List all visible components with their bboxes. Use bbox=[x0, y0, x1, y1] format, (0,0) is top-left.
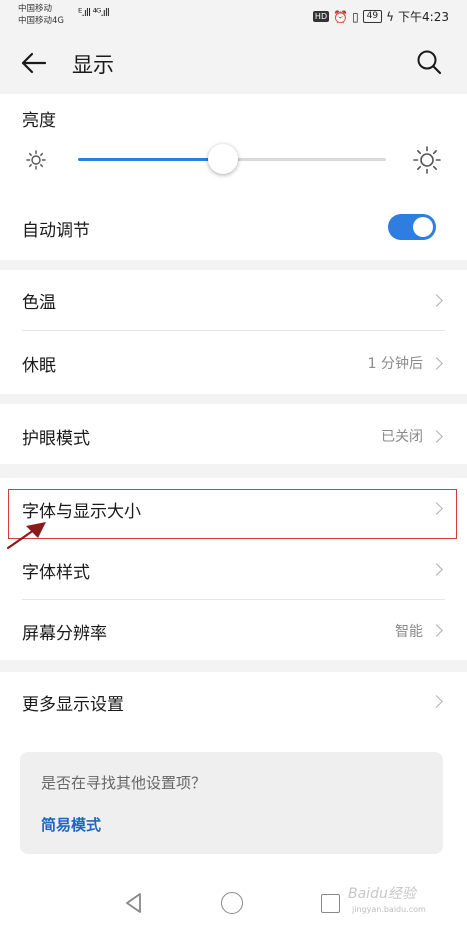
auto-adjust-label: 自动调节 bbox=[22, 221, 90, 241]
row-label: 护眼模式 bbox=[22, 429, 90, 449]
row-label: 更多显示设置 bbox=[22, 695, 124, 715]
brightness-slider-thumb[interactable] bbox=[207, 144, 238, 174]
section-gap bbox=[0, 394, 467, 404]
chevron-right-icon bbox=[430, 357, 443, 370]
chevron-right-icon bbox=[430, 624, 443, 637]
pointer-arrow-icon bbox=[6, 522, 46, 550]
row-more-display[interactable]: 更多显示设置 bbox=[0, 672, 467, 732]
row-value: 已关闭 bbox=[381, 429, 423, 445]
brightness-label: 亮度 bbox=[22, 111, 56, 131]
row-label: 休眠 bbox=[22, 356, 56, 376]
app-bar: 显示 bbox=[0, 34, 467, 94]
row-value: 智能 bbox=[395, 624, 423, 640]
row-font-style[interactable]: 字体样式 bbox=[0, 539, 467, 599]
brightness-low-icon bbox=[26, 150, 46, 170]
search-icon[interactable] bbox=[415, 48, 443, 76]
watermark-url: jingyan.baidu.com bbox=[352, 905, 426, 914]
hd-badge: HD bbox=[312, 11, 330, 22]
row-label: 屏幕分辨率 bbox=[22, 624, 107, 644]
simple-mode-link[interactable]: 简易模式 bbox=[41, 814, 101, 835]
chevron-right-icon bbox=[430, 563, 443, 576]
brightness-slider-fill bbox=[78, 158, 223, 161]
row-sleep[interactable]: 休眠 1 分钟后 bbox=[0, 331, 467, 393]
highlight-box bbox=[8, 489, 457, 539]
nav-back-icon[interactable] bbox=[123, 892, 145, 914]
section-gap bbox=[0, 660, 467, 672]
watermark-logo: Baidu经验 bbox=[348, 886, 416, 902]
signal-icon: ᴱ.ıll ⁴ᴳ.ıll bbox=[78, 6, 110, 19]
charging-icon: ϟ bbox=[386, 9, 395, 24]
vibrate-icon: ▯ bbox=[352, 9, 359, 24]
back-arrow-icon[interactable] bbox=[18, 48, 48, 78]
row-color-temp[interactable]: 色温 bbox=[0, 270, 467, 330]
row-label: 字体样式 bbox=[22, 563, 90, 583]
tip-question: 是否在寻找其他设置项？ bbox=[41, 774, 207, 792]
carrier-2: 中国移动4G bbox=[18, 16, 64, 26]
carrier-1: 中国移动 bbox=[18, 4, 53, 14]
nav-home-icon[interactable] bbox=[221, 892, 243, 914]
row-resolution[interactable]: 屏幕分辨率 智能 bbox=[0, 600, 467, 660]
page-title: 显示 bbox=[72, 53, 114, 77]
auto-adjust-toggle[interactable] bbox=[388, 214, 436, 240]
row-label: 色温 bbox=[22, 293, 56, 313]
search-tip-card: 是否在寻找其他设置项？ 简易模式 bbox=[20, 752, 443, 854]
brightness-high-icon bbox=[413, 146, 441, 174]
section-gap bbox=[0, 464, 467, 478]
toggle-knob bbox=[413, 217, 433, 237]
chevron-right-icon bbox=[430, 695, 443, 708]
row-value: 1 分钟后 bbox=[367, 356, 423, 372]
section-gap bbox=[0, 260, 467, 270]
carrier-info: 中国移动 中国移动4G bbox=[18, 3, 64, 27]
alarm-icon: ⏰ bbox=[333, 9, 349, 24]
row-eye-mode[interactable]: 护眼模式 已关闭 bbox=[0, 404, 467, 464]
status-bar: 中国移动 中国移动4G ᴱ.ıll ⁴ᴳ.ıll HD ⏰ ▯ 49 ϟ 下午4… bbox=[0, 0, 467, 34]
chevron-right-icon bbox=[430, 294, 443, 307]
nav-recent-icon[interactable] bbox=[321, 894, 340, 913]
battery-icon: 49 bbox=[362, 10, 383, 23]
chevron-right-icon bbox=[430, 430, 443, 443]
status-right: HD ⏰ ▯ 49 ϟ 下午4:23 bbox=[312, 8, 449, 25]
clock: 下午4:23 bbox=[398, 10, 449, 24]
